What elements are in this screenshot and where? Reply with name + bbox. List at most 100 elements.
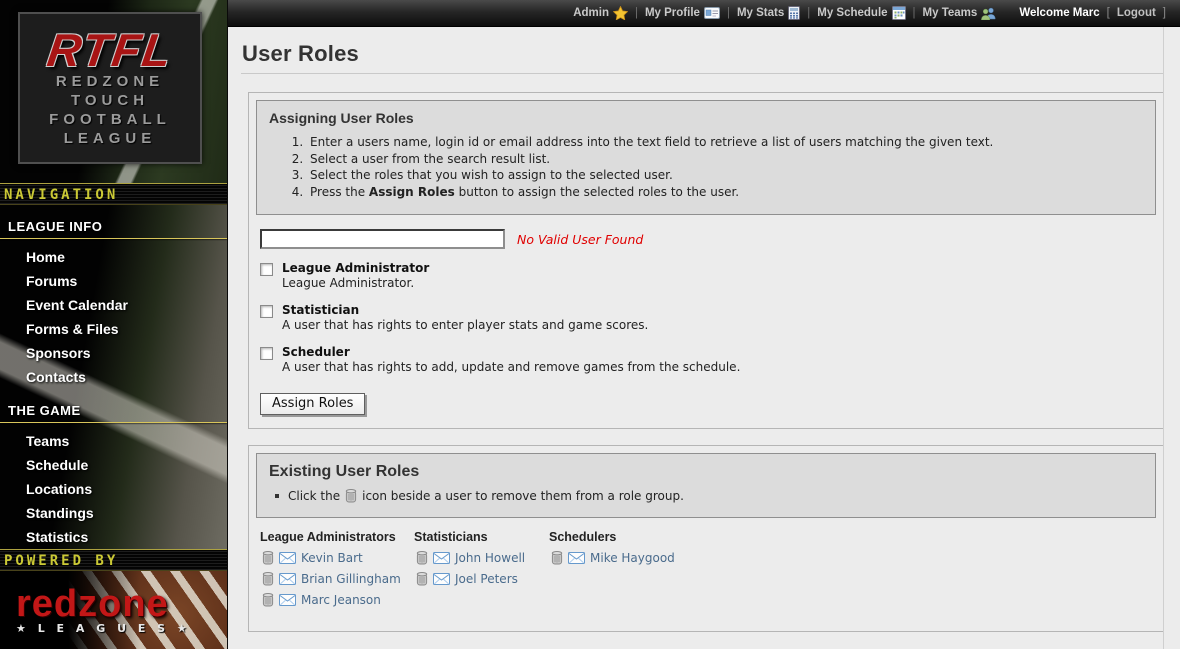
vcard-icon bbox=[704, 7, 720, 19]
topbar-separator: | bbox=[635, 7, 638, 19]
sidebar-item-forms-files[interactable]: Forms & Files bbox=[0, 317, 227, 341]
assign-roles-instructions: Assigning User Roles Enter a users name,… bbox=[256, 100, 1156, 215]
email-icon[interactable] bbox=[279, 573, 296, 585]
user-row: Brian Gillingham bbox=[262, 572, 414, 586]
user-row: Kevin Bart bbox=[262, 551, 414, 565]
role-text: Scheduler A user that has rights to add,… bbox=[282, 345, 740, 375]
user-link[interactable]: Mike Haygood bbox=[590, 551, 675, 565]
user-row: Joel Peters bbox=[416, 572, 549, 586]
statistician-checkbox[interactable] bbox=[260, 305, 273, 318]
user-search-input[interactable] bbox=[260, 229, 505, 249]
league-administrator-checkbox[interactable] bbox=[260, 263, 273, 276]
step-text: Press the bbox=[310, 185, 369, 199]
user-link[interactable]: Marc Jeanson bbox=[301, 593, 381, 607]
assign-roles-panel: Assigning User Roles Enter a users name,… bbox=[248, 92, 1164, 429]
sidebar-item-teams[interactable]: Teams bbox=[0, 429, 227, 453]
assign-roles-button[interactable]: Assign Roles bbox=[260, 393, 365, 415]
group-statisticians: Statisticians John Howell Joel Peters bbox=[414, 530, 549, 614]
trash-icon[interactable] bbox=[416, 572, 428, 586]
main-column: Admin | My Profile | My Stats | My Sched… bbox=[228, 0, 1180, 649]
role-name: Scheduler bbox=[282, 345, 740, 360]
trash-icon[interactable] bbox=[262, 593, 274, 607]
user-row: John Howell bbox=[416, 551, 549, 565]
topbar-item-my-stats[interactable]: My Stats bbox=[737, 6, 800, 20]
section-title-league-info: LEAGUE INFO bbox=[0, 215, 227, 238]
section-divider bbox=[0, 238, 227, 239]
topbar-label: Admin bbox=[573, 7, 609, 19]
user-link[interactable]: Kevin Bart bbox=[301, 551, 363, 565]
logout-bracket: ] bbox=[1163, 7, 1166, 19]
topbar-item-my-schedule[interactable]: My Schedule bbox=[817, 6, 905, 20]
trash-icon[interactable] bbox=[416, 551, 428, 565]
topbar-separator: | bbox=[727, 7, 730, 19]
sidebar-item-schedule[interactable]: Schedule bbox=[0, 453, 227, 477]
email-icon[interactable] bbox=[279, 552, 296, 564]
topbar-separator: | bbox=[913, 7, 916, 19]
role-name: League Administrator bbox=[282, 261, 429, 276]
sidebar-item-forums[interactable]: Forums bbox=[0, 269, 227, 293]
step-bold-text: Assign Roles bbox=[369, 185, 455, 199]
instruction-step: Enter a users name, login id or email ad… bbox=[307, 134, 1143, 151]
powered-by-header: POWERED BY bbox=[0, 549, 227, 571]
role-option-league-administrator: League Administrator League Administrato… bbox=[260, 261, 1156, 291]
user-search-row: No Valid User Found bbox=[260, 229, 1156, 249]
calendar-icon bbox=[892, 6, 906, 20]
sidebar-field-background: RTFL REDZONE TOUCH FOOTBALL LEAGUE bbox=[0, 0, 227, 183]
topbar-item-my-teams[interactable]: My Teams bbox=[923, 7, 997, 20]
sidebar-item-sponsors[interactable]: Sponsors bbox=[0, 341, 227, 365]
existing-roles-header: Existing User Roles Click the icon besid… bbox=[256, 453, 1156, 518]
trash-icon bbox=[345, 489, 357, 503]
role-description: A user that has rights to enter player s… bbox=[282, 318, 648, 333]
section-title-the-game: THE GAME bbox=[0, 399, 227, 422]
user-link[interactable]: Joel Peters bbox=[455, 572, 518, 586]
sidebar-item-contacts[interactable]: Contacts bbox=[0, 365, 227, 389]
rtfl-logo[interactable]: RTFL REDZONE TOUCH FOOTBALL LEAGUE bbox=[18, 12, 202, 164]
existing-roles-panel: Existing User Roles Click the icon besid… bbox=[248, 445, 1164, 632]
existing-panel-title: Existing User Roles bbox=[269, 463, 1143, 481]
group-title: League Administrators bbox=[260, 530, 414, 544]
remove-hint: Click the icon beside a user to remove t… bbox=[275, 489, 1143, 503]
trash-icon[interactable] bbox=[262, 572, 274, 586]
sidebar-item-locations[interactable]: Locations bbox=[0, 477, 227, 501]
user-link[interactable]: John Howell bbox=[455, 551, 525, 565]
email-icon[interactable] bbox=[433, 552, 450, 564]
sidebar-item-standings[interactable]: Standings bbox=[0, 501, 227, 525]
welcome-text: Welcome Marc bbox=[1019, 7, 1099, 19]
rtfl-logo-line: TOUCH bbox=[71, 91, 149, 110]
content-right-border bbox=[1163, 27, 1164, 649]
email-icon[interactable] bbox=[568, 552, 585, 564]
instruction-step: Select a user from the search result lis… bbox=[307, 151, 1143, 168]
sidebar-item-statistics[interactable]: Statistics bbox=[0, 525, 227, 549]
group-title: Statisticians bbox=[414, 530, 549, 544]
email-icon[interactable] bbox=[279, 594, 296, 606]
topbar-item-admin[interactable]: Admin bbox=[573, 6, 628, 20]
role-name: Statistician bbox=[282, 303, 648, 318]
topbar: Admin | My Profile | My Stats | My Sched… bbox=[228, 0, 1180, 27]
topbar-item-my-profile[interactable]: My Profile bbox=[645, 7, 720, 19]
logout-bracket: [ bbox=[1107, 7, 1110, 19]
sidebar-item-home[interactable]: Home bbox=[0, 245, 227, 269]
logout-link[interactable]: Logout bbox=[1117, 7, 1156, 19]
role-groups: League Administrators Kevin Bart Brian G… bbox=[256, 518, 1156, 624]
star-icon bbox=[613, 6, 628, 20]
rtfl-logo-acronym: RTFL bbox=[45, 28, 176, 72]
sidebar: RTFL REDZONE TOUCH FOOTBALL LEAGUE NAVIG… bbox=[0, 0, 228, 649]
trash-icon[interactable] bbox=[262, 551, 274, 565]
scheduler-checkbox[interactable] bbox=[260, 347, 273, 360]
role-text: Statistician A user that has rights to e… bbox=[282, 303, 648, 333]
email-icon[interactable] bbox=[433, 573, 450, 585]
group-title: Schedulers bbox=[549, 530, 675, 544]
bullet-icon bbox=[275, 494, 279, 498]
user-row: Marc Jeanson bbox=[262, 593, 414, 607]
topbar-label: My Teams bbox=[923, 7, 978, 19]
redzone-leagues-logo[interactable]: redzone ★ L E A G U E S ★ bbox=[0, 571, 227, 649]
group-icon bbox=[981, 7, 996, 20]
role-option-scheduler: Scheduler A user that has rights to add,… bbox=[260, 345, 1156, 375]
user-link[interactable]: Brian Gillingham bbox=[301, 572, 401, 586]
topbar-label: My Stats bbox=[737, 7, 784, 19]
instruction-step: Select the roles that you wish to assign… bbox=[307, 167, 1143, 184]
group-league-administrators: League Administrators Kevin Bart Brian G… bbox=[260, 530, 414, 614]
sidebar-item-event-calendar[interactable]: Event Calendar bbox=[0, 293, 227, 317]
hint-text: icon beside a user to remove them from a… bbox=[362, 489, 684, 503]
trash-icon[interactable] bbox=[551, 551, 563, 565]
